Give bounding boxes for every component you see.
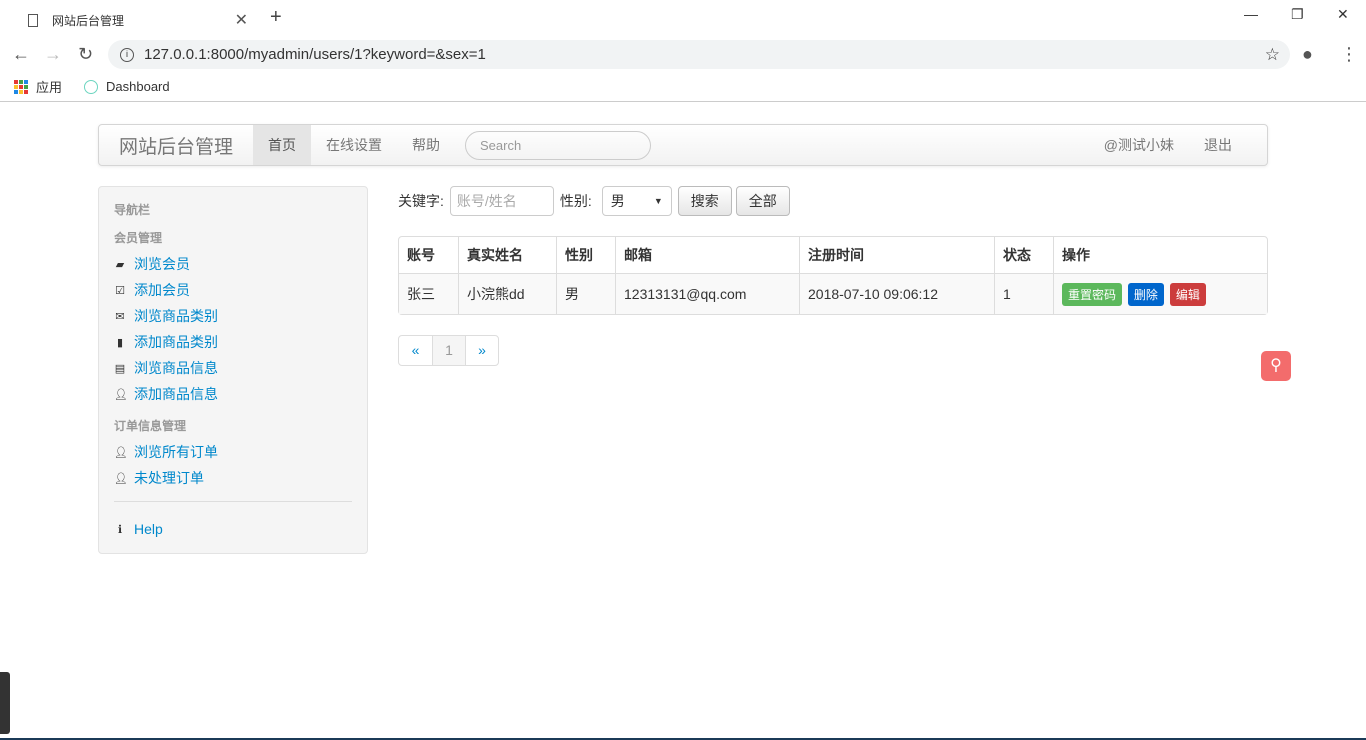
page-1[interactable]: 1: [432, 336, 465, 365]
sex-value: 男: [610, 193, 625, 209]
user-icon: 👤︎: [114, 472, 128, 485]
cell-time: 2018-07-10 09:06:12: [799, 274, 994, 314]
sidebar-item-add-member[interactable]: ☑ 添加会员: [114, 277, 352, 303]
sidebar-item-add-category[interactable]: ▮ 添加商品类别: [114, 329, 352, 355]
group-title: 订单信息管理: [114, 419, 187, 433]
new-tab-icon[interactable]: +: [270, 6, 282, 29]
edit-button[interactable]: 编辑: [1169, 282, 1206, 306]
table-row: 张三 小浣熊dd 男 12313131@qq.com 2018-07-10 09…: [399, 274, 1267, 314]
bookmark-apps[interactable]: 应用: [36, 77, 62, 96]
tab-title: 网站后台管理: [52, 13, 125, 28]
back-icon[interactable]: ←: [12, 44, 30, 65]
close-tab-icon[interactable]: ✕: [235, 10, 248, 30]
account-icon[interactable]: ●: [1302, 44, 1313, 65]
search-icon[interactable]: ⚲: [1261, 351, 1291, 381]
item-label: 浏览商品信息: [134, 360, 218, 376]
minimize-icon[interactable]: —: [1244, 6, 1258, 22]
address-bar-row: ← → ↻ i 127.0.0.1:8000/myadmin/users/1?k…: [0, 36, 1366, 72]
col-time: 注册时间: [799, 237, 994, 274]
star-icon[interactable]: ☆: [1265, 45, 1280, 65]
cell-status: 1: [994, 274, 1053, 314]
bookmarks-bar: 应用 Dashboard: [0, 72, 1366, 102]
group-title: 会员管理: [114, 231, 163, 245]
prev-page[interactable]: «: [399, 336, 432, 365]
col-actions: 操作: [1053, 237, 1267, 274]
sex-select[interactable]: 男 ▼: [601, 186, 672, 216]
cell-actions: 重置密码 删除 编辑: [1053, 274, 1267, 314]
user-icon: 👤︎: [114, 446, 128, 459]
col-account: 账号: [399, 237, 458, 274]
apps-icon: [14, 79, 28, 94]
browser-tab[interactable]: 网站后台管理 ✕: [14, 4, 258, 36]
nav-help[interactable]: 帮助: [397, 125, 455, 165]
search-button[interactable]: 搜索: [677, 186, 732, 216]
nav-home[interactable]: 首页: [253, 125, 312, 165]
filter-form: 关键字: 账号/姓名 性别: 男 ▼ 搜索 全部: [398, 186, 790, 216]
sidebar-item-pending-orders[interactable]: 👤︎ 未处理订单: [114, 465, 352, 491]
users-table: 账号 真实姓名 性别 邮箱 注册时间 状态 操作 张三 小浣熊dd 男 1231…: [398, 236, 1268, 315]
cell-sex: 男: [556, 274, 615, 314]
item-label: 浏览所有订单: [134, 444, 218, 460]
sidebar-item-browse-goods[interactable]: ▤ 浏览商品信息: [114, 355, 352, 381]
item-label: Help: [134, 521, 163, 537]
logout-link[interactable]: 退出: [1189, 125, 1247, 165]
col-status: 状态: [994, 237, 1053, 274]
keyword-input[interactable]: 账号/姓名: [449, 186, 554, 216]
info-icon[interactable]: i: [120, 47, 134, 62]
col-sex: 性别: [556, 237, 615, 274]
pagination: « 1 »: [398, 335, 499, 366]
item-label: 浏览商品类别: [134, 308, 218, 324]
sex-label: 性别:: [559, 193, 592, 209]
item-label: 未处理订单: [134, 470, 204, 486]
reset-password-button[interactable]: 重置密码: [1062, 282, 1123, 306]
top-navbar: 网站后台管理 首页 在线设置 帮助 Search @测试小妹 退出: [98, 124, 1268, 166]
cell-account: 张三: [399, 274, 458, 314]
tab-strip: 网站后台管理 ✕ + — ❐ ✕: [0, 0, 1366, 36]
url-text: 127.0.0.1:8000/myadmin/users/1?keyword=&…: [144, 46, 486, 63]
cell-name: 小浣熊dd: [458, 274, 556, 314]
all-button[interactable]: 全部: [735, 186, 790, 216]
sidebar-item-browse-categories[interactable]: ✉ 浏览商品类别: [114, 303, 352, 329]
url-bar[interactable]: i 127.0.0.1:8000/myadmin/users/1?keyword…: [108, 40, 1290, 69]
sidebar-item-all-orders[interactable]: 👤︎ 浏览所有订单: [114, 439, 352, 465]
next-page[interactable]: »: [465, 336, 498, 365]
envelope-icon: ✉: [115, 310, 125, 323]
delete-button[interactable]: 删除: [1127, 282, 1164, 306]
list-icon: ▤: [114, 362, 126, 375]
side-handle[interactable]: [0, 672, 10, 734]
chevron-down-icon: ▼: [653, 196, 663, 206]
item-label: 添加会员: [134, 282, 190, 298]
item-label: 添加商品信息: [134, 386, 218, 402]
sidebar-item-add-goods[interactable]: 👤︎ 添加商品信息: [114, 381, 352, 407]
file-icon: ▮: [116, 336, 124, 349]
dashboard-icon: [84, 79, 99, 94]
col-name: 真实姓名: [458, 237, 556, 274]
divider: [114, 501, 352, 502]
sidebar-item-help[interactable]: ℹ Help: [114, 516, 352, 542]
sidebar-item-browse-members[interactable]: ▰ 浏览会员: [114, 251, 352, 277]
reload-icon[interactable]: ↻: [78, 44, 93, 65]
nav-settings[interactable]: 在线设置: [311, 125, 397, 165]
sidebar: 导航栏 会员管理 ▰ 浏览会员 ☑ 添加会员 ✉ 浏览商品类别 ▮ 添加商品类别 ▤ 浏览…: [98, 186, 368, 554]
forward-icon[interactable]: →: [44, 44, 62, 65]
item-label: 添加商品类别: [134, 334, 218, 350]
close-window-icon[interactable]: ✕: [1337, 6, 1349, 23]
menu-icon[interactable]: ⋮: [1340, 44, 1358, 65]
restore-icon[interactable]: ❐: [1291, 6, 1304, 23]
table-header: 账号 真实姓名 性别 邮箱 注册时间 状态 操作: [399, 237, 1267, 274]
check-icon: ☑: [115, 284, 125, 297]
col-email: 邮箱: [615, 237, 799, 274]
info-circle-icon: ℹ: [117, 523, 123, 536]
sidebar-title: 导航栏: [114, 203, 151, 217]
user-link[interactable]: @测试小妹: [1089, 125, 1189, 165]
folder-open-icon: ▰: [115, 258, 125, 271]
item-label: 浏览会员: [134, 256, 190, 272]
page-icon: [28, 13, 38, 27]
cell-email: 12313131@qq.com: [615, 274, 799, 314]
search-input[interactable]: Search: [465, 130, 652, 160]
user-icon: 👤︎: [114, 388, 128, 401]
bookmark-dashboard[interactable]: Dashboard: [106, 79, 170, 94]
brand[interactable]: 网站后台管理: [99, 132, 253, 159]
keyword-label: 关键字:: [398, 193, 444, 209]
